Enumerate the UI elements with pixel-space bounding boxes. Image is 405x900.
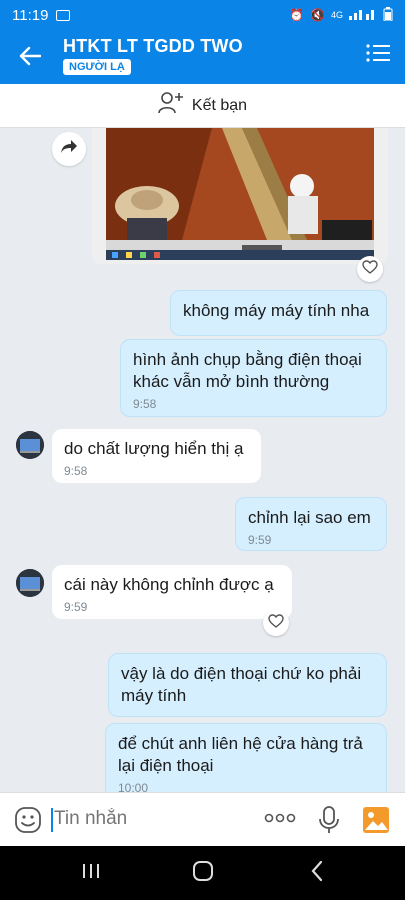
add-friend-button[interactable]: Kết bạn xyxy=(0,84,405,128)
incoming-message[interactable]: do chất lượng hiển thị ạ 9:58 xyxy=(52,429,261,483)
nav-back-button[interactable] xyxy=(302,858,332,888)
outgoing-message[interactable]: vậy là do điện thoại chứ ko phải máy tín… xyxy=(108,653,387,717)
status-time: 11:19 xyxy=(12,6,49,24)
message-time: 10:00 xyxy=(118,781,149,792)
message-time: 9:59 xyxy=(64,600,88,614)
emoji-button[interactable] xyxy=(14,806,42,839)
mute-icon: 🔇 xyxy=(310,8,325,22)
status-icons: ⏰ 🔇 4G xyxy=(289,6,393,24)
add-friend-label: Kết bạn xyxy=(191,96,248,114)
list-menu-icon xyxy=(365,44,391,68)
message-text: để chút anh liên hệ cửa hàng trả lại điệ… xyxy=(118,734,363,775)
microphone-icon xyxy=(318,806,340,839)
network-label: 4G xyxy=(330,10,343,20)
photo-button[interactable] xyxy=(362,806,390,839)
alarm-icon: ⏰ xyxy=(289,8,305,22)
message-text: hình ảnh chụp bằng điện thoại khác vẫn m… xyxy=(133,350,362,391)
arrow-left-icon xyxy=(19,46,42,71)
forward-icon xyxy=(60,139,78,160)
message-time: 9:59 xyxy=(248,533,272,547)
voice-button[interactable] xyxy=(318,805,340,840)
status-bar: 11:19 ⏰ 🔇 4G xyxy=(0,0,405,30)
message-composer xyxy=(0,792,405,846)
message-list[interactable]: không máy máy tính nha hình ảnh chụp bằn… xyxy=(0,128,405,792)
outgoing-message[interactable]: không máy máy tính nha xyxy=(170,290,387,336)
message-text: do chất lượng hiển thị ạ xyxy=(64,439,244,458)
message-input[interactable] xyxy=(54,808,254,830)
conversation-title[interactable]: HTKT LT TGDD TWO xyxy=(63,36,243,57)
heart-icon xyxy=(362,259,378,279)
message-time: 9:58 xyxy=(64,464,88,478)
incoming-message[interactable]: cái này không chỉnh được ạ 9:59 xyxy=(52,565,292,619)
menu-button[interactable] xyxy=(365,42,395,72)
avatar[interactable] xyxy=(16,569,44,597)
photo-thumbnail[interactable] xyxy=(92,128,388,264)
more-dots-icon xyxy=(264,811,296,828)
like-button[interactable] xyxy=(263,610,289,636)
home-button[interactable] xyxy=(188,858,218,888)
chevron-left-icon xyxy=(310,860,324,887)
add-user-icon xyxy=(158,91,184,120)
outgoing-message[interactable]: chỉnh lại sao em 9:59 xyxy=(235,497,387,551)
share-button[interactable] xyxy=(52,132,86,166)
image-icon xyxy=(362,807,390,838)
home-icon xyxy=(192,860,214,887)
text-cursor xyxy=(51,808,53,832)
recents-icon xyxy=(81,862,101,885)
back-button[interactable] xyxy=(10,38,50,78)
message-text: vậy là do điện thoại chứ ko phải máy tín… xyxy=(121,664,362,705)
message-text: không máy máy tính nha xyxy=(183,301,370,320)
message-text: cái này không chỉnh được ạ xyxy=(64,575,274,594)
system-nav-bar xyxy=(0,846,405,900)
like-button[interactable] xyxy=(357,256,383,282)
avatar[interactable] xyxy=(16,431,44,459)
outgoing-message[interactable]: để chút anh liên hệ cửa hàng trả lại điệ… xyxy=(105,723,387,792)
signal-icon xyxy=(349,8,377,23)
smiley-icon xyxy=(14,807,42,838)
outgoing-message[interactable]: hình ảnh chụp bằng điện thoại khác vẫn m… xyxy=(120,339,387,417)
image-message[interactable] xyxy=(92,128,388,264)
chat-header: HTKT LT TGDD TWO NGƯỜI LẠ xyxy=(0,30,405,84)
heart-icon xyxy=(268,613,284,633)
notification-icon xyxy=(56,9,71,21)
message-text: chỉnh lại sao em xyxy=(248,508,371,527)
stranger-badge: NGƯỜI LẠ xyxy=(63,59,131,75)
more-options-button[interactable] xyxy=(264,811,296,829)
battery-icon xyxy=(383,6,393,24)
message-time: 9:58 xyxy=(133,397,157,411)
recent-apps-button[interactable] xyxy=(76,858,106,888)
